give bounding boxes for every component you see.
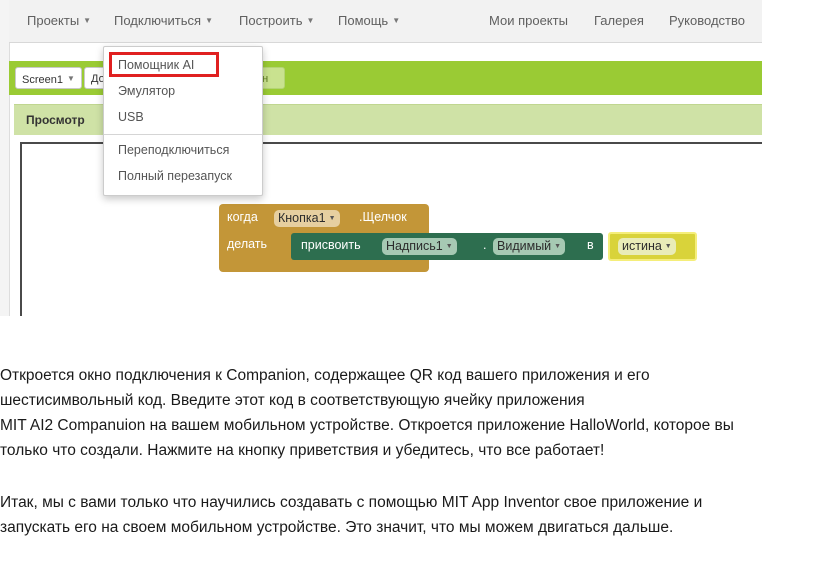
menu-divider	[104, 134, 262, 135]
chevron-down-icon: ▼	[554, 243, 562, 250]
chevron-down-icon: ▼	[83, 16, 92, 25]
dot-separator: .	[483, 238, 487, 252]
do-label: делать	[227, 237, 268, 251]
paragraph-1-line-4: только что создали. Нажмите на кнопку пр…	[0, 442, 605, 459]
paragraph-1-line-2: шестисимвольный код. Введите этот код в …	[0, 392, 585, 409]
component-dropdown[interactable]: Кнопка1 ▼	[274, 210, 340, 227]
paragraph-2-line-1: Итак, мы с вами только что научились соз…	[0, 494, 703, 511]
set-label: присвоить	[301, 238, 361, 252]
to-label: в	[587, 238, 594, 252]
paragraph-1-line-1: Откроется окно подключения к Companion, …	[0, 367, 650, 384]
left-edge	[0, 0, 10, 316]
event-name: .Щелчок	[359, 210, 407, 224]
menu-item-usb[interactable]: USB	[118, 110, 144, 124]
chevron-down-icon: ▼	[306, 16, 315, 25]
true-dropdown[interactable]: истина ▼	[618, 238, 676, 255]
when-label: когда	[227, 210, 258, 224]
true-logic-block[interactable]: истина ▼	[608, 232, 697, 261]
menu-item-emulator[interactable]: Эмулятор	[118, 84, 175, 98]
link-guide[interactable]: Руководство	[669, 13, 745, 28]
menu-projects[interactable]: Проекты ▼	[27, 13, 91, 28]
chevron-down-icon: ▼	[392, 16, 401, 25]
menu-build[interactable]: Построить ▼	[239, 13, 314, 28]
paragraph-2-line-2: запускать его на своем мобильном устройс…	[0, 519, 674, 536]
link-gallery[interactable]: Галерея	[594, 13, 644, 28]
target-component-dropdown[interactable]: Надпись1 ▼	[382, 238, 457, 255]
menu-connect[interactable]: Подключиться ▼	[114, 13, 213, 28]
chevron-down-icon: ▼	[66, 74, 75, 83]
app-inventor-screenshot: Проекты ▼ Подключиться ▼ Построить ▼ Помощь…	[0, 0, 762, 316]
set-property-block[interactable]: присвоить Надпись1 ▼ . Видимый ▼ в	[291, 233, 603, 260]
property-dropdown[interactable]: Видимый ▼	[493, 238, 566, 255]
menu-item-reconnect[interactable]: Переподключиться	[118, 143, 229, 157]
screen-select-button[interactable]: Screen1 ▼	[15, 67, 82, 89]
chevron-down-icon: ▼	[205, 16, 213, 25]
top-navigation: Проекты ▼ Подключиться ▼ Построить ▼ Помощь…	[9, 0, 762, 43]
viewer-label: Просмотр	[26, 113, 85, 127]
chevron-down-icon: ▼	[664, 243, 672, 250]
chevron-down-icon: ▼	[445, 243, 453, 250]
menu-item-hard-reset[interactable]: Полный перезапуск	[118, 169, 232, 183]
menu-help[interactable]: Помощь ▼	[338, 13, 400, 28]
highlight-box	[109, 52, 219, 77]
link-my-projects[interactable]: Мои проекты	[489, 13, 568, 28]
paragraph-1-line-3: MIT AI2 Companuion на вашем мобильном ус…	[0, 417, 734, 434]
chevron-down-icon: ▼	[328, 215, 336, 222]
